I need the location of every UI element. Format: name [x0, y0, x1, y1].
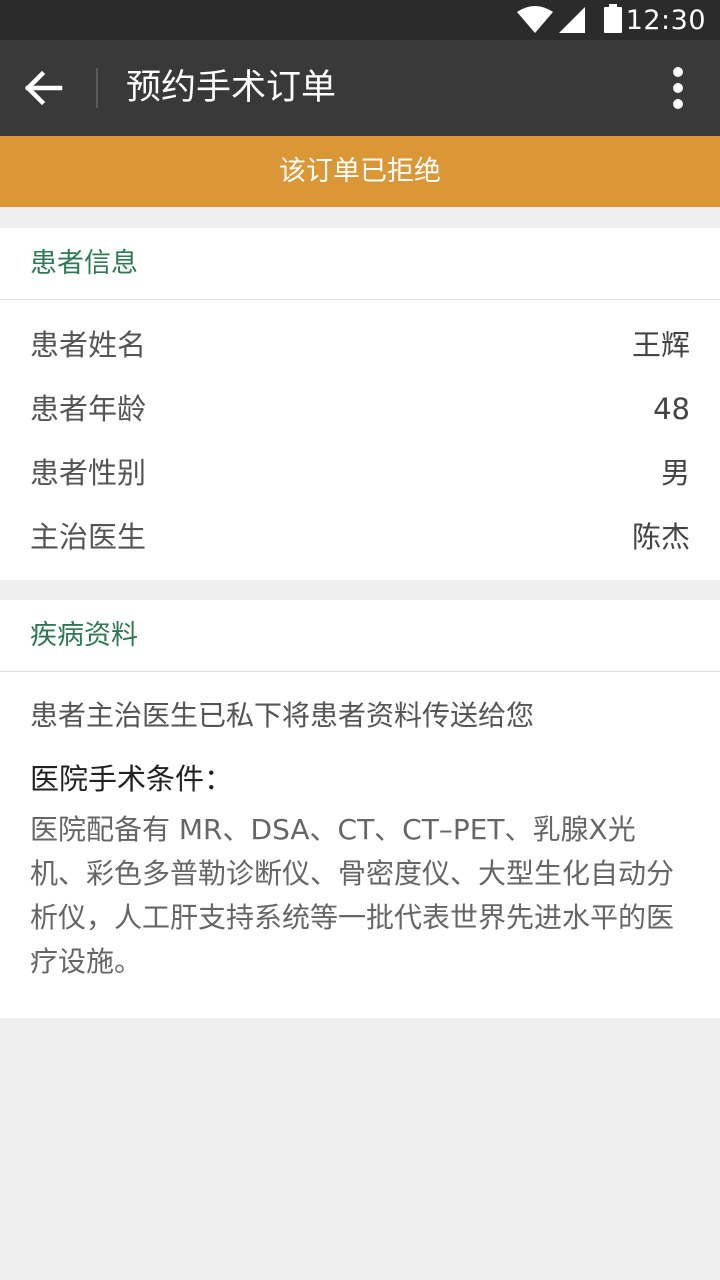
patient-info-header: 患者信息	[0, 228, 720, 300]
info-label: 患者年龄	[30, 392, 147, 426]
info-row-name: 患者姓名 王辉	[0, 313, 720, 377]
info-value: 48	[653, 392, 690, 426]
status-time: 12:30	[625, 5, 706, 36]
order-status-banner: 该订单已拒绝	[0, 136, 720, 207]
disease-info-card: 疾病资料 患者主治医生已私下将患者资料传送给您 医院手术条件： 医院配备有 MR…	[0, 600, 720, 1018]
info-value: 男	[660, 456, 690, 490]
status-bar: 12:30	[0, 0, 720, 40]
info-label: 患者姓名	[30, 328, 147, 362]
surgery-conditions-text: 医院配备有 MR、DSA、CT、CT–PET、乳腺X光机、彩色多普勒诊断仪、骨密…	[30, 813, 675, 978]
info-label: 患者性别	[30, 456, 147, 490]
app-bar: 预约手术订单	[0, 40, 720, 136]
info-value: 陈杰	[631, 520, 690, 554]
page-title: 预约手术订单	[126, 68, 337, 108]
info-value: 王辉	[631, 328, 690, 362]
arrow-left-icon	[14, 70, 74, 122]
info-label: 主治医生	[30, 520, 147, 554]
app-bar-divider	[96, 68, 98, 108]
patient-info-card: 患者信息 患者姓名 王辉 患者年龄 48 患者性别 男 主治医生 陈杰	[0, 228, 720, 580]
more-options-button[interactable]	[652, 58, 704, 118]
disease-info-body: 患者主治医生已私下将患者资料传送给您 医院手术条件： 医院配备有 MR、DSA、…	[0, 672, 720, 984]
info-row-gender: 患者性别 男	[0, 441, 720, 505]
patient-info-list: 患者姓名 王辉 患者年龄 48 患者性别 男 主治医生 陈杰	[0, 300, 720, 569]
surgery-conditions-title: 医院手术条件：	[30, 762, 234, 796]
more-vertical-icon	[652, 67, 704, 122]
records-notice: 患者主治医生已私下将患者资料传送给您	[30, 699, 535, 732]
disease-info-header: 疾病资料	[0, 600, 720, 672]
back-button[interactable]	[14, 58, 74, 118]
info-row-age: 患者年龄 48	[0, 377, 720, 441]
info-row-doctor: 主治医生 陈杰	[0, 505, 720, 569]
